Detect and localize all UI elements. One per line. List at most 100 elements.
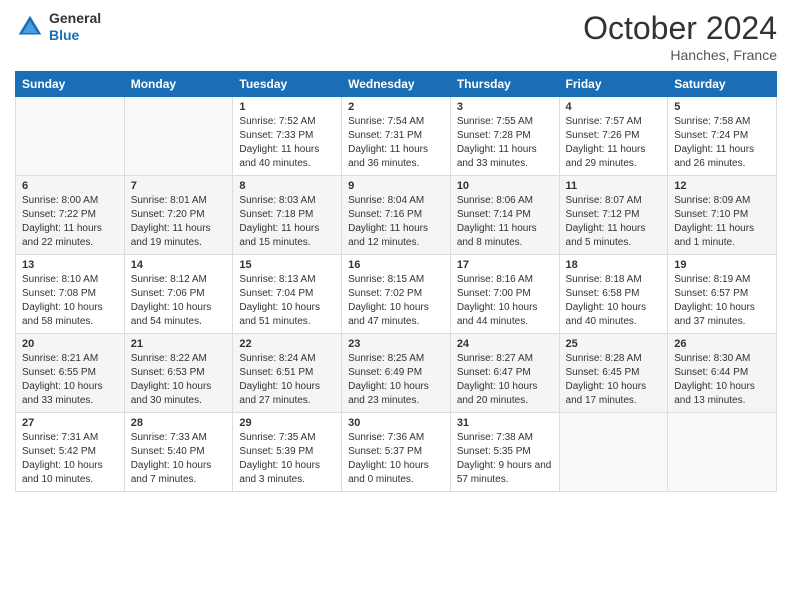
header-monday: Monday (124, 72, 233, 97)
calendar-cell: 28 Sunrise: 7:33 AMSunset: 5:40 PMDayligh… (124, 413, 233, 492)
day-info: Sunrise: 8:27 AMSunset: 6:47 PMDaylight:… (457, 352, 553, 408)
calendar-cell (16, 97, 125, 176)
month-title: October 2024 (583, 10, 777, 47)
day-info: Sunrise: 7:55 AMSunset: 7:28 PMDaylight:… (457, 115, 553, 171)
day-number: 26 (674, 338, 770, 350)
calendar-cell: 8Sunrise: 8:03 AMSunset: 7:18 PMDaylight… (233, 176, 342, 255)
header-thursday: Thursday (450, 72, 559, 97)
logo: General Blue (15, 10, 101, 44)
calendar-cell: 21 Sunrise: 8:22 AMSunset: 6:53 PMDayligh… (124, 334, 233, 413)
day-info: Sunrise: 8:16 AMSunset: 7:00 PMDaylight:… (457, 273, 553, 329)
day-number: 4 (566, 101, 662, 113)
calendar-cell: 6Sunrise: 8:00 AMSunset: 7:22 PMDaylight… (16, 176, 125, 255)
calendar-cell: 26Sunrise: 8:30 AMSunset: 6:44 PMDayligh… (668, 334, 777, 413)
calendar-cell: 15Sunrise: 8:13 AMSunset: 7:04 PMDayligh… (233, 255, 342, 334)
calendar-cell: 19 Sunrise: 8:19 AMSunset: 6:57 PMDayligh… (668, 255, 777, 334)
day-info: Sunrise: 8:19 AMSunset: 6:57 PMDaylight:… (674, 273, 770, 329)
day-info: Sunrise: 7:36 AMSunset: 5:37 PMDaylight:… (348, 431, 444, 487)
day-number: 5 (674, 101, 770, 113)
day-number: 20 (22, 338, 118, 350)
day-number: 13 (22, 259, 118, 271)
day-number: 24 (457, 338, 553, 350)
day-info: Sunrise: 8:10 AMSunset: 7:08 PMDaylight:… (22, 273, 118, 329)
calendar-cell: 2 Sunrise: 7:54 AMSunset: 7:31 PMDaylight… (342, 97, 451, 176)
day-info: Sunrise: 8:21 AMSunset: 6:55 PMDaylight:… (22, 352, 118, 408)
day-info: Sunrise: 7:35 AMSunset: 5:39 PMDaylight:… (239, 431, 335, 487)
day-info: Sunrise: 7:57 AMSunset: 7:26 PMDaylight:… (566, 115, 662, 171)
day-info: Sunrise: 8:22 AMSunset: 6:53 PMDaylight:… (131, 352, 227, 408)
title-block: October 2024 Hanches, France (583, 10, 777, 63)
day-number: 9 (348, 180, 444, 192)
day-number: 25 (566, 338, 662, 350)
logo-blue: Blue (49, 27, 101, 44)
day-number: 22 (239, 338, 335, 350)
day-number: 31 (457, 417, 553, 429)
calendar-cell: 3 Sunrise: 7:55 AMSunset: 7:28 PMDaylight… (450, 97, 559, 176)
calendar-cell: 7 Sunrise: 8:01 AMSunset: 7:20 PMDaylight… (124, 176, 233, 255)
calendar-week-row: 27 Sunrise: 7:31 AMSunset: 5:42 PMDayligh… (16, 413, 777, 492)
day-number: 28 (131, 417, 227, 429)
day-info: Sunrise: 7:54 AMSunset: 7:31 PMDaylight:… (348, 115, 444, 171)
calendar-cell: 25Sunrise: 8:28 AMSunset: 6:45 PMDayligh… (559, 334, 668, 413)
calendar-cell: 24 Sunrise: 8:27 AMSunset: 6:47 PMDayligh… (450, 334, 559, 413)
day-info: Sunrise: 7:38 AMSunset: 5:35 PMDaylight:… (457, 431, 553, 487)
header-saturday: Saturday (668, 72, 777, 97)
day-info: Sunrise: 8:03 AMSunset: 7:18 PMDaylight:… (239, 194, 335, 250)
day-info: Sunrise: 8:13 AMSunset: 7:04 PMDaylight:… (239, 273, 335, 329)
calendar-cell: 9Sunrise: 8:04 AMSunset: 7:16 PMDaylight… (342, 176, 451, 255)
day-number: 19 (674, 259, 770, 271)
day-number: 23 (348, 338, 444, 350)
day-number: 11 (566, 180, 662, 192)
day-number: 18 (566, 259, 662, 271)
calendar-cell: 10 Sunrise: 8:06 AMSunset: 7:14 PMDayligh… (450, 176, 559, 255)
day-number: 14 (131, 259, 227, 271)
calendar-cell: 23 Sunrise: 8:25 AMSunset: 6:49 PMDayligh… (342, 334, 451, 413)
day-info: Sunrise: 8:25 AMSunset: 6:49 PMDaylight:… (348, 352, 444, 408)
day-number: 27 (22, 417, 118, 429)
day-info: Sunrise: 7:52 AMSunset: 7:33 PMDaylight:… (239, 115, 335, 171)
calendar-cell: 31 Sunrise: 7:38 AMSunset: 5:35 PMDayligh… (450, 413, 559, 492)
day-number: 16 (348, 259, 444, 271)
day-number: 12 (674, 180, 770, 192)
day-info: Sunrise: 8:15 AMSunset: 7:02 PMDaylight:… (348, 273, 444, 329)
logo-icon (15, 12, 45, 42)
calendar-cell: 16 Sunrise: 8:15 AMSunset: 7:02 PMDayligh… (342, 255, 451, 334)
day-number: 17 (457, 259, 553, 271)
day-info: Sunrise: 7:33 AMSunset: 5:40 PMDaylight:… (131, 431, 227, 487)
day-number: 30 (348, 417, 444, 429)
day-number: 7 (131, 180, 227, 192)
calendar-cell: 5 Sunrise: 7:58 AMSunset: 7:24 PMDaylight… (668, 97, 777, 176)
day-info: Sunrise: 8:06 AMSunset: 7:14 PMDaylight:… (457, 194, 553, 250)
day-info: Sunrise: 7:31 AMSunset: 5:42 PMDaylight:… (22, 431, 118, 487)
calendar-cell: 14 Sunrise: 8:12 AMSunset: 7:06 PMDayligh… (124, 255, 233, 334)
calendar-week-row: 1 Sunrise: 7:52 AMSunset: 7:33 PMDaylight… (16, 97, 777, 176)
day-info: Sunrise: 8:01 AMSunset: 7:20 PMDaylight:… (131, 194, 227, 250)
calendar-cell: 13 Sunrise: 8:10 AMSunset: 7:08 PMDayligh… (16, 255, 125, 334)
day-info: Sunrise: 7:58 AMSunset: 7:24 PMDaylight:… (674, 115, 770, 171)
calendar-cell (668, 413, 777, 492)
day-info: Sunrise: 8:18 AMSunset: 6:58 PMDaylight:… (566, 273, 662, 329)
day-number: 3 (457, 101, 553, 113)
day-number: 2 (348, 101, 444, 113)
day-info: Sunrise: 8:00 AMSunset: 7:22 PMDaylight:… (22, 194, 118, 250)
calendar-week-row: 20 Sunrise: 8:21 AMSunset: 6:55 PMDayligh… (16, 334, 777, 413)
calendar-cell: 27 Sunrise: 7:31 AMSunset: 5:42 PMDayligh… (16, 413, 125, 492)
calendar-week-row: 13 Sunrise: 8:10 AMSunset: 7:08 PMDayligh… (16, 255, 777, 334)
calendar-cell: 17 Sunrise: 8:16 AMSunset: 7:00 PMDayligh… (450, 255, 559, 334)
day-info: Sunrise: 8:07 AMSunset: 7:12 PMDaylight:… (566, 194, 662, 250)
header-friday: Friday (559, 72, 668, 97)
day-number: 10 (457, 180, 553, 192)
header-wednesday: Wednesday (342, 72, 451, 97)
calendar-header-row: Sunday Monday Tuesday Wednesday Thursday… (16, 72, 777, 97)
day-number: 21 (131, 338, 227, 350)
day-number: 29 (239, 417, 335, 429)
calendar-cell: 20 Sunrise: 8:21 AMSunset: 6:55 PMDayligh… (16, 334, 125, 413)
day-info: Sunrise: 8:12 AMSunset: 7:06 PMDaylight:… (131, 273, 227, 329)
calendar-cell: 29 Sunrise: 7:35 AMSunset: 5:39 PMDayligh… (233, 413, 342, 492)
calendar-cell: 12 Sunrise: 8:09 AMSunset: 7:10 PMDayligh… (668, 176, 777, 255)
header-tuesday: Tuesday (233, 72, 342, 97)
calendar-cell (124, 97, 233, 176)
location: Hanches, France (583, 47, 777, 63)
day-number: 1 (239, 101, 335, 113)
day-info: Sunrise: 8:09 AMSunset: 7:10 PMDaylight:… (674, 194, 770, 250)
